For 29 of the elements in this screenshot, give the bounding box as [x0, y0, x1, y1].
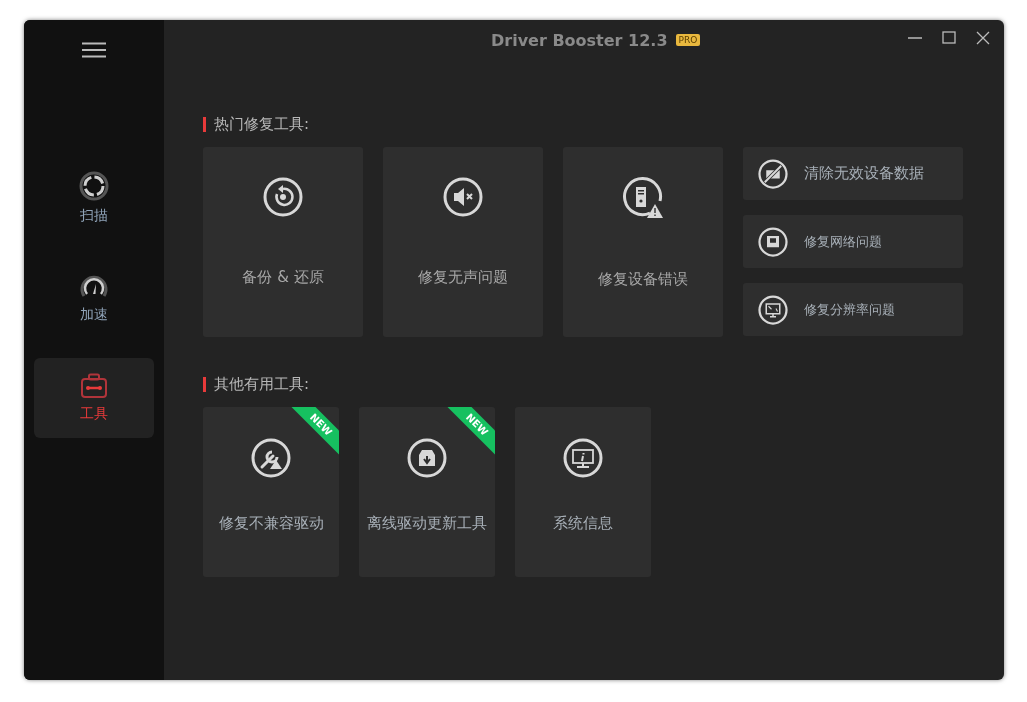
- drive-download-icon: [407, 438, 447, 478]
- restore-icon: [263, 177, 303, 217]
- tool-card[interactable]: 备份 & 还原: [203, 147, 363, 337]
- computer-warning-icon: [622, 177, 664, 219]
- toolbox-icon: [80, 373, 108, 399]
- monitor-info-icon: [563, 438, 603, 478]
- tool-card[interactable]: 系统信息: [515, 407, 651, 577]
- app-title: Driver Booster 12.3: [491, 30, 668, 50]
- section-heading: 热门修复工具:: [214, 115, 310, 134]
- tool-label: 修复不兼容驱动: [217, 512, 325, 534]
- monitor-resize-icon: [758, 294, 788, 325]
- pro-badge: PRO: [675, 34, 701, 46]
- sidebar-item[interactable]: 工具: [34, 358, 154, 438]
- tool-label: 系统信息: [552, 512, 614, 534]
- tool-card[interactable]: 修复无声问题: [383, 147, 543, 337]
- section-heading: 其他有用工具:: [214, 375, 310, 394]
- sidebar-item[interactable]: 扫描: [34, 158, 154, 238]
- scan-icon: [79, 171, 109, 201]
- network-port-icon: [758, 226, 788, 257]
- tool-button[interactable]: 修复分辨率问题: [743, 283, 963, 336]
- tool-card[interactable]: 修复设备错误: [563, 147, 723, 337]
- wrench-warning-icon: [251, 438, 291, 478]
- tool-button[interactable]: 清除无效设备数据: [743, 147, 963, 200]
- tool-button[interactable]: 修复网络问题: [743, 215, 963, 268]
- menu-icon[interactable]: [82, 42, 106, 58]
- sidebar-item[interactable]: 加速: [34, 258, 154, 338]
- mute-icon: [443, 177, 483, 217]
- tool-label: 离线驱动更新工具: [367, 512, 487, 534]
- no-device-icon: [758, 158, 788, 189]
